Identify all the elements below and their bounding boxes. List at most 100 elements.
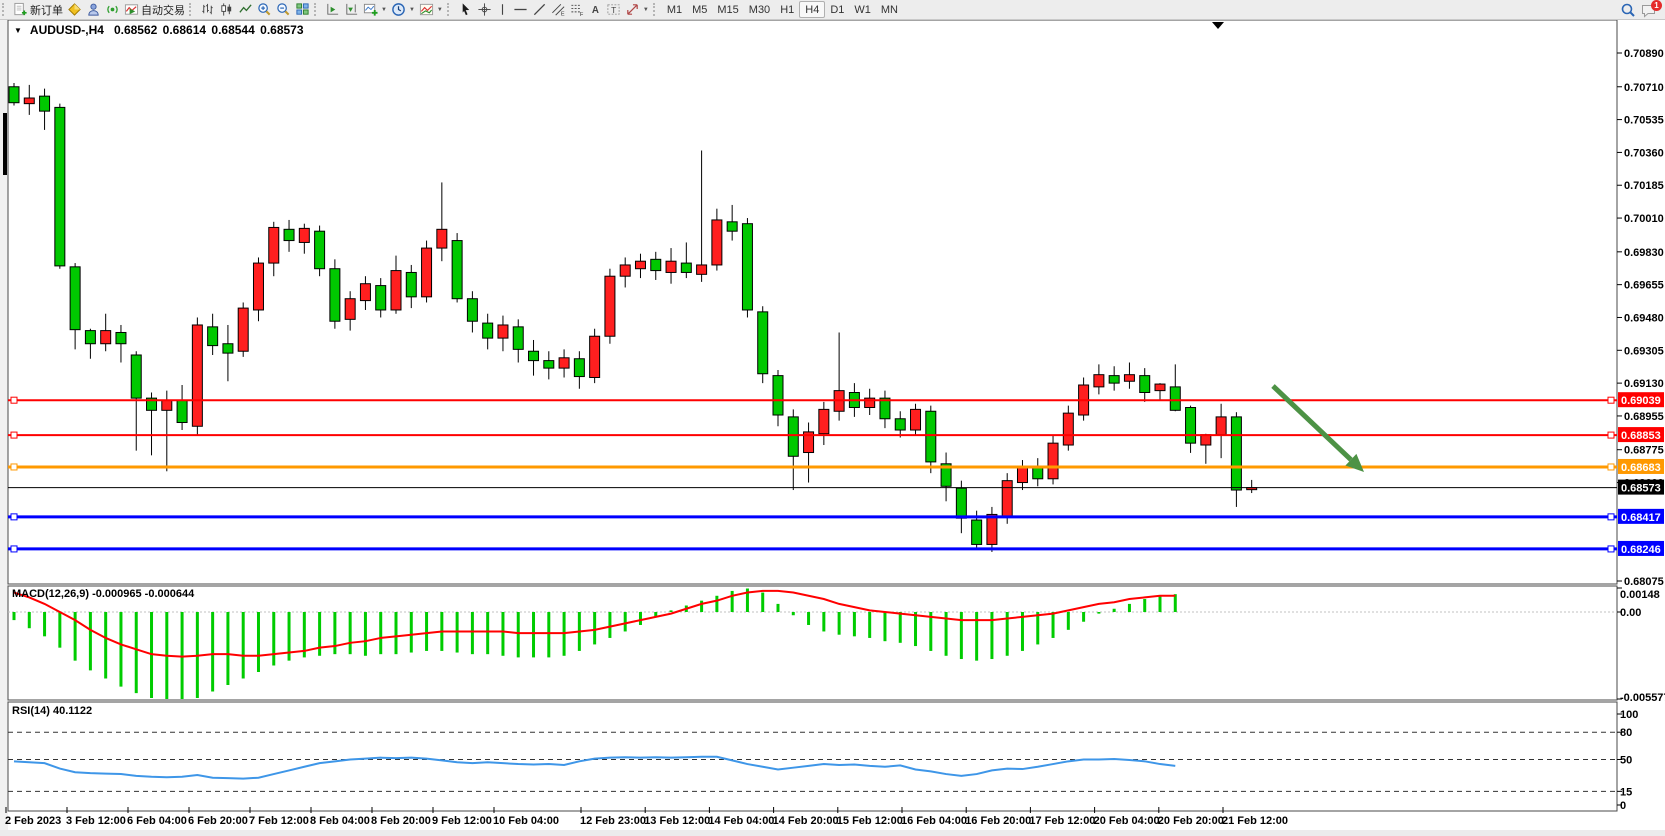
hline-handle[interactable] xyxy=(1608,464,1614,470)
gold-diamond-icon xyxy=(67,2,82,17)
svg-text:100: 100 xyxy=(1620,709,1638,721)
svg-text:8 Feb 04:00: 8 Feb 04:00 xyxy=(310,815,370,827)
trendline-tool-button[interactable] xyxy=(530,1,549,18)
metaquotes-button[interactable] xyxy=(65,1,84,18)
data-window-button[interactable] xyxy=(84,1,103,18)
indicators-button[interactable]: ▼ xyxy=(361,1,389,18)
hline-handle[interactable] xyxy=(1608,546,1614,552)
signal-icon xyxy=(105,2,120,17)
signals-button[interactable] xyxy=(103,1,122,18)
svg-text:14 Feb 04:00: 14 Feb 04:00 xyxy=(708,815,774,827)
auto-trading-button[interactable]: 自动交易 xyxy=(122,1,187,18)
hline-handle[interactable] xyxy=(1608,397,1614,403)
hline-handle[interactable] xyxy=(11,514,17,520)
templates-button[interactable]: ▼ xyxy=(417,1,445,18)
chart-shift-icon xyxy=(344,2,359,17)
svg-text:16 Feb 20:00: 16 Feb 20:00 xyxy=(965,815,1031,827)
auto-scroll-button[interactable] xyxy=(323,1,342,18)
svg-text:T: T xyxy=(611,5,616,15)
text-tool-button[interactable]: A xyxy=(587,1,604,18)
templates-dropdown-caret[interactable]: ▼ xyxy=(437,7,443,13)
timeframe-m15-button[interactable]: M15 xyxy=(712,2,743,17)
timeframe-w1-button[interactable]: W1 xyxy=(849,2,876,17)
indicators-dropdown-caret[interactable]: ▼ xyxy=(381,7,387,13)
auto-scroll-icon xyxy=(325,2,340,17)
new-order-button[interactable]: 新订单 xyxy=(11,1,65,18)
svg-text:A: A xyxy=(592,5,599,16)
svg-text:0.69830: 0.69830 xyxy=(1624,247,1664,259)
chart-window-frame xyxy=(0,19,1665,836)
symbol-dropdown-icon[interactable]: ▼ xyxy=(14,26,22,35)
svg-text:0.68417: 0.68417 xyxy=(1621,512,1661,524)
svg-text:0.69480: 0.69480 xyxy=(1624,312,1664,324)
channel-tool-button[interactable]: E xyxy=(549,1,568,18)
crosshair-icon xyxy=(477,2,492,17)
line-chart-button[interactable] xyxy=(236,1,255,18)
text-label-tool-button[interactable]: T xyxy=(604,1,623,18)
svg-text:10 Feb 04:00: 10 Feb 04:00 xyxy=(493,815,559,827)
timeframe-m5-button[interactable]: M5 xyxy=(687,2,712,17)
main-toolbar: 新订单 自动交易 ▼ ▼ xyxy=(0,0,1665,20)
equidistant-channel-icon: E xyxy=(551,2,566,17)
toolbar-grip[interactable] xyxy=(2,3,8,16)
line-chart-icon xyxy=(238,2,253,17)
vertical-line-tool-button[interactable] xyxy=(494,1,511,18)
toolbar-grip[interactable] xyxy=(314,3,320,16)
svg-text:0.70710: 0.70710 xyxy=(1624,82,1664,94)
vertical-line-icon xyxy=(496,2,509,17)
toolbar-grip[interactable] xyxy=(189,3,195,16)
search-button[interactable] xyxy=(1618,1,1638,18)
hline-handle[interactable] xyxy=(11,546,17,552)
periods-dropdown-caret[interactable]: ▼ xyxy=(409,7,415,13)
timeframe-m30-button[interactable]: M30 xyxy=(744,2,775,17)
timeframe-mn-button[interactable]: MN xyxy=(876,2,903,17)
svg-text:21 Feb 12:00: 21 Feb 12:00 xyxy=(1222,815,1288,827)
notifications-button[interactable]: 1 xyxy=(1638,1,1659,18)
candlestick-chart-button[interactable] xyxy=(217,1,236,18)
arrows-tool-button[interactable]: ▼ xyxy=(623,1,651,18)
timeframe-h4-button[interactable]: H4 xyxy=(799,1,825,18)
timeframe-m1-button[interactable]: M1 xyxy=(662,2,687,17)
svg-text:16 Feb 04:00: 16 Feb 04:00 xyxy=(901,815,967,827)
svg-text:0.68246: 0.68246 xyxy=(1621,544,1661,556)
timeframe-h1-button[interactable]: H1 xyxy=(775,2,799,17)
template-icon xyxy=(419,2,434,17)
svg-text:15: 15 xyxy=(1620,786,1632,798)
fibonacci-tool-button[interactable]: F xyxy=(568,1,587,18)
chart-canvas[interactable]: 0.708900.707100.705350.703600.701850.700… xyxy=(0,0,1665,836)
svg-text:0.68853: 0.68853 xyxy=(1621,430,1661,442)
svg-text:0.69039: 0.69039 xyxy=(1621,395,1661,407)
hline-handle[interactable] xyxy=(11,432,17,438)
timeframe-d1-button[interactable]: D1 xyxy=(825,2,849,17)
hline-handle[interactable] xyxy=(1608,432,1614,438)
rsi-axis: 1008050150 xyxy=(1617,709,1638,812)
hline-handle[interactable] xyxy=(1608,514,1614,520)
toolbar-grip[interactable] xyxy=(447,3,453,16)
chart-shift-button[interactable] xyxy=(342,1,361,18)
toolbar-grip[interactable] xyxy=(653,3,659,16)
tile-windows-button[interactable] xyxy=(293,1,312,18)
chart-title: ▼ AUDUSD-,H4 0.68562 0.68614 0.68544 0.6… xyxy=(14,23,304,37)
zoom-out-button[interactable] xyxy=(274,1,293,18)
svg-text:0.00: 0.00 xyxy=(1620,607,1641,619)
crosshair-tool-button[interactable] xyxy=(475,1,494,18)
arrows-dropdown-caret[interactable]: ▼ xyxy=(643,7,649,13)
mt4-window: { "toolbar": { "new_order_label": "新订单",… xyxy=(0,0,1665,836)
svg-text:0.70890: 0.70890 xyxy=(1624,48,1664,60)
svg-text:0.69655: 0.69655 xyxy=(1624,280,1664,292)
cursor-tool-button[interactable] xyxy=(456,1,475,18)
clock-icon xyxy=(391,2,406,17)
hline-handle[interactable] xyxy=(11,464,17,470)
svg-text:0.68775: 0.68775 xyxy=(1624,445,1664,457)
text-icon: A xyxy=(589,2,602,17)
zoom-in-button[interactable] xyxy=(255,1,274,18)
bar-chart-button[interactable] xyxy=(198,1,217,18)
horizontal-line-tool-button[interactable] xyxy=(511,1,530,18)
periods-button[interactable]: ▼ xyxy=(389,1,417,18)
ohlc-open: 0.68562 xyxy=(114,23,157,37)
svg-text:13 Feb 12:00: 13 Feb 12:00 xyxy=(644,815,710,827)
hline-handle[interactable] xyxy=(11,397,17,403)
symbol-period-label: AUDUSD-,H4 xyxy=(30,23,104,37)
svg-text:6 Feb 04:00: 6 Feb 04:00 xyxy=(127,815,187,827)
svg-text:0.69130: 0.69130 xyxy=(1624,378,1664,390)
